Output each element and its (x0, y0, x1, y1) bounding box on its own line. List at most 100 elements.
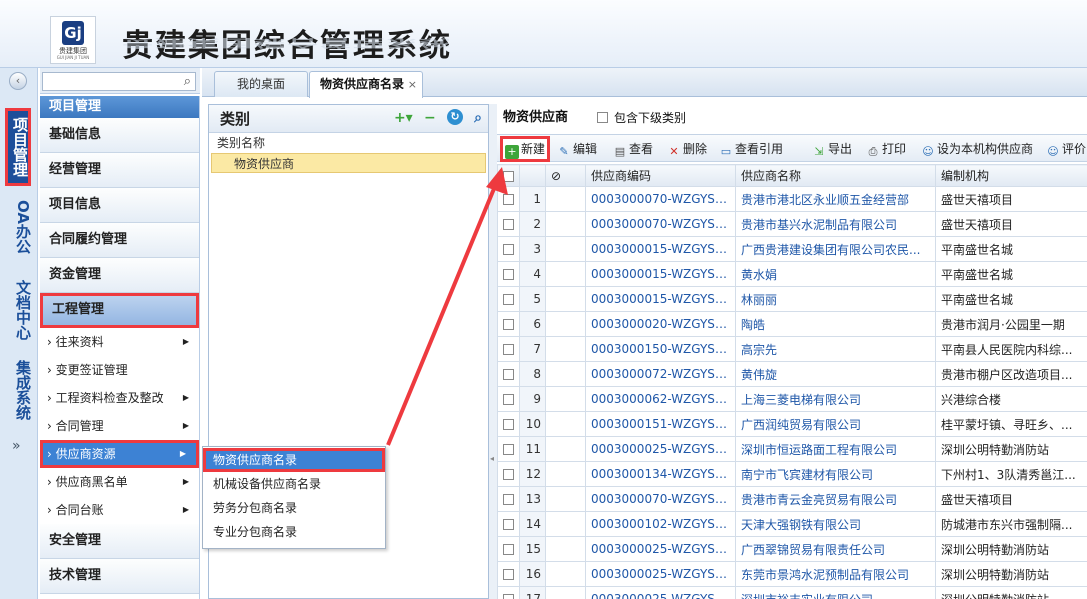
close-icon[interactable]: × (408, 73, 417, 97)
set-org-supplier-button[interactable]: ☺ 设为本机构供应商 (921, 138, 1033, 160)
supplier-code[interactable]: 0003000025-WZGYSM... (585, 561, 736, 587)
row-checkbox[interactable] (503, 394, 514, 405)
supplier-code[interactable]: 0003000015-WZGYSM... (585, 236, 736, 262)
sidebar-group-safety[interactable]: 安全管理 (40, 524, 199, 559)
table-row[interactable]: 9 0003000062-WZGYSM... 上海三菱电梯有限公司 兴港综合楼 (497, 386, 1087, 412)
row-checkbox[interactable] (503, 444, 514, 455)
supplier-name[interactable]: 广西翠锦贸易有限责任公司 (735, 536, 936, 562)
splitter-arrow-icon[interactable]: ◂ (490, 454, 494, 463)
supplier-name[interactable]: 陶皓 (735, 311, 936, 337)
search-icon[interactable]: ⌕ (184, 74, 191, 89)
rail-item-integration[interactable]: 集成系统 (5, 360, 32, 420)
supplier-code[interactable]: 0003000062-WZGYSM... (585, 386, 736, 412)
supplier-name[interactable]: 贵港市港北区永业顺五金经营部 (735, 186, 936, 212)
table-row[interactable]: 17 0003000025-WZGYSM...深圳市裕丰实业有限公司深圳公明特勤消… (497, 586, 1087, 599)
sidebar-item-contract[interactable]: › 合同管理 ▶ (40, 412, 199, 440)
supplier-code[interactable]: 0003000134-WZGYSM... (585, 461, 736, 487)
sidebar-group-funds[interactable]: 资金管理 (40, 258, 199, 293)
supplier-code[interactable]: 0003000020-WZGYSM... (585, 311, 736, 337)
refresh-icon[interactable]: ↻ (446, 109, 463, 125)
table-row[interactable]: 8 0003000072-WZGYSM... 黄伟旋 贵港市棚户区改造项目... (497, 361, 1087, 387)
row-checkbox-cell[interactable] (497, 286, 520, 312)
row-checkbox[interactable] (503, 544, 514, 555)
submenu-item-specialty-subcontractors[interactable]: 专业分包商名录 (203, 520, 385, 544)
submenu-item-equipment-suppliers[interactable]: 机械设备供应商名录 (203, 472, 385, 496)
row-checkbox-cell[interactable] (497, 311, 520, 337)
sidebar-item-inspection[interactable]: › 工程资料检查及整改 ▶ (40, 384, 199, 412)
table-row[interactable]: 3 0003000015-WZGYSM... 广西贵港建设集团有限公司农民... 平南… (497, 236, 1087, 262)
sidebar-item-supplier-resources[interactable]: › 供应商资源 ▶ (40, 440, 199, 468)
category-row-material-supplier[interactable]: 物资供应商 (211, 153, 486, 173)
org-header[interactable]: 编制机构 (935, 164, 1087, 187)
row-checkbox-cell[interactable] (497, 336, 520, 362)
sidebar-item-contract-ledger[interactable]: › 合同台账 ▶ (40, 496, 199, 524)
view-references-button[interactable]: ▭ 查看引用 (719, 138, 783, 160)
table-row[interactable]: 2 0003000070-WZGYSM... 贵港市基兴水泥制品有限公司 盛世天禧项目 (497, 211, 1087, 237)
supplier-name[interactable]: 上海三菱电梯有限公司 (735, 386, 936, 412)
edit-button[interactable]: ✎ 编辑 (557, 138, 597, 160)
search-icon[interactable]: ⌕ (474, 109, 482, 127)
supplier-code[interactable]: 0003000150-WZGYSM... (585, 336, 736, 362)
row-checkbox[interactable] (503, 419, 514, 430)
table-row[interactable]: 12 0003000134-WZGYSM... 南宁市飞宾建材有限公司 下州村1、3队… (497, 461, 1087, 487)
supplier-code[interactable]: 0003000015-WZGYSM... (585, 261, 736, 287)
print-button[interactable]: ⎙ 打印 (866, 138, 906, 160)
row-checkbox-cell[interactable] (497, 361, 520, 387)
table-row[interactable]: 16 0003000025-WZGYSM... 东莞市景鸿水泥预制品有限公司 深圳公明… (497, 561, 1087, 587)
sidebar-group-project-info[interactable]: 项目信息 (40, 188, 199, 223)
export-button[interactable]: ⇲ 导出 (812, 138, 852, 160)
row-checkbox-cell[interactable] (497, 561, 520, 587)
table-row[interactable]: 11 0003000025-WZGYSM... 深圳市恒运路面工程有限公司 深圳公明特… (497, 436, 1087, 462)
panel-splitter[interactable]: ◂ (489, 104, 497, 599)
row-checkbox-cell[interactable] (497, 261, 520, 287)
row-checkbox-cell[interactable] (497, 186, 520, 212)
row-checkbox-cell[interactable] (497, 511, 520, 537)
supplier-code[interactable]: 0003000015-WZGYSM... (585, 286, 736, 312)
supplier-name[interactable]: 天津大强钢铁有限公司 (735, 511, 936, 537)
select-all-checkbox-cell[interactable] (497, 164, 520, 187)
supplier-name-header[interactable]: 供应商名称 (735, 164, 936, 187)
table-row[interactable]: 13 0003000070-WZGYSM... 贵港市青云金亮贸易有限公司 盛世天禧项… (497, 486, 1087, 512)
row-checkbox[interactable] (503, 269, 514, 280)
row-checkbox-cell[interactable] (497, 411, 520, 437)
row-checkbox[interactable] (503, 294, 514, 305)
table-row[interactable]: 7 0003000150-WZGYSM... 高宗先 平南县人民医院内科综... (497, 336, 1087, 362)
rail-item-project-management[interactable]: 项目管理 (5, 108, 31, 186)
table-row[interactable]: 14 0003000102-WZGYSM... 天津大强钢铁有限公司 防城港市东兴市强… (497, 511, 1087, 537)
table-row[interactable]: 15 0003000025-WZGYSM... 广西翠锦贸易有限责任公司 深圳公明特勤… (497, 536, 1087, 562)
table-row[interactable]: 10 0003000151-WZGYSM... 广西润纯贸易有限公司 桂平蒙圩镇、寻旺… (497, 411, 1087, 437)
supplier-name[interactable]: 黄水娟 (735, 261, 936, 287)
sidebar-group-contract-performance[interactable]: 合同履约管理 (40, 223, 199, 258)
rate-button[interactable]: ☺ 评价 (1046, 138, 1086, 160)
table-row[interactable]: 6 0003000020-WZGYSM... 陶皓 贵港市润月·公园里一期 (497, 311, 1087, 337)
row-checkbox-cell[interactable] (497, 486, 520, 512)
supplier-name[interactable]: 贵港市基兴水泥制品有限公司 (735, 211, 936, 237)
row-checkbox-cell[interactable] (497, 536, 520, 562)
supplier-name[interactable]: 东莞市景鸿水泥预制品有限公司 (735, 561, 936, 587)
sidebar-item-supplier-blacklist[interactable]: › 供应商黑名单 ▶ (40, 468, 199, 496)
sidebar-group-basic-info[interactable]: 基础信息 (40, 118, 199, 153)
supplier-code[interactable]: 0003000025-WZGYSM... (585, 536, 736, 562)
tab-my-desktop[interactable]: 我的桌面 (214, 71, 308, 97)
delete-button[interactable]: ✕ 删除 (667, 138, 707, 160)
sidebar-item-change-visa[interactable]: › 变更签证管理 (40, 356, 199, 384)
row-checkbox-cell[interactable] (497, 386, 520, 412)
submenu-item-material-suppliers[interactable]: 物资供应商名录 (203, 448, 385, 472)
add-category-icon[interactable]: +▾ (394, 109, 413, 127)
submenu-item-labor-subcontractors[interactable]: 劳务分包商名录 (203, 496, 385, 520)
row-checkbox-cell[interactable] (497, 586, 520, 599)
rail-item-document-center[interactable]: 文档中心 (5, 280, 32, 340)
row-checkbox[interactable] (503, 219, 514, 230)
table-row[interactable]: 5 0003000015-WZGYSM... 林丽丽 平南盛世名城 (497, 286, 1087, 312)
supplier-code[interactable]: 0003000070-WZGYSM... (585, 211, 736, 237)
table-row[interactable]: 1 0003000070-WZGYSM... 贵港市港北区永业顺五金经营部 盛世天禧项… (497, 186, 1087, 212)
row-checkbox[interactable] (503, 344, 514, 355)
row-checkbox-cell[interactable] (497, 436, 520, 462)
sidebar-group-business[interactable]: 经营管理 (40, 153, 199, 188)
sidebar-item-correspondence[interactable]: › 往来资料 ▶ (40, 328, 199, 356)
supplier-name[interactable]: 贵港市青云金亮贸易有限公司 (735, 486, 936, 512)
row-checkbox-cell[interactable] (497, 236, 520, 262)
row-checkbox-cell[interactable] (497, 461, 520, 487)
row-checkbox[interactable] (503, 569, 514, 580)
supplier-name[interactable]: 深圳市裕丰实业有限公司 (735, 586, 936, 599)
